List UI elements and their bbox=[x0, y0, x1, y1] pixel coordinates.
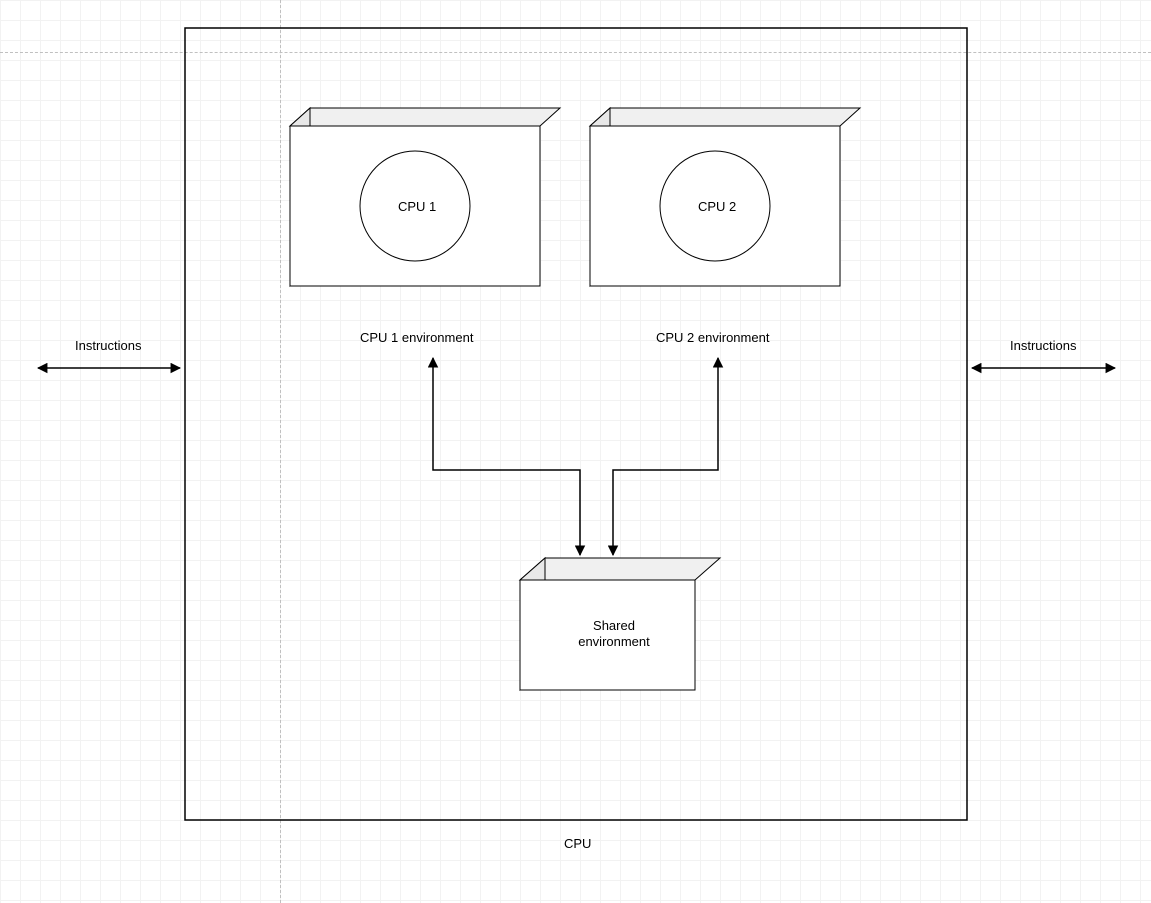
cpu-container-label: CPU bbox=[564, 836, 591, 851]
diagram-svg bbox=[0, 0, 1151, 903]
cpu1-circle-label: CPU 1 bbox=[398, 199, 436, 214]
right-instructions-label: Instructions bbox=[1010, 338, 1076, 353]
left-instructions-label: Instructions bbox=[75, 338, 141, 353]
cpu2-env-label: CPU 2 environment bbox=[656, 330, 769, 345]
cpu2-to-shared-arrow bbox=[613, 358, 718, 555]
cpu1-box bbox=[290, 108, 560, 286]
cpu2-circle-label: CPU 2 bbox=[698, 199, 736, 214]
cpu1-env-label: CPU 1 environment bbox=[360, 330, 473, 345]
cpu1-to-shared-arrow bbox=[433, 358, 580, 555]
cpu2-box bbox=[590, 108, 860, 286]
shared-env-label: Shared environment bbox=[574, 618, 654, 651]
